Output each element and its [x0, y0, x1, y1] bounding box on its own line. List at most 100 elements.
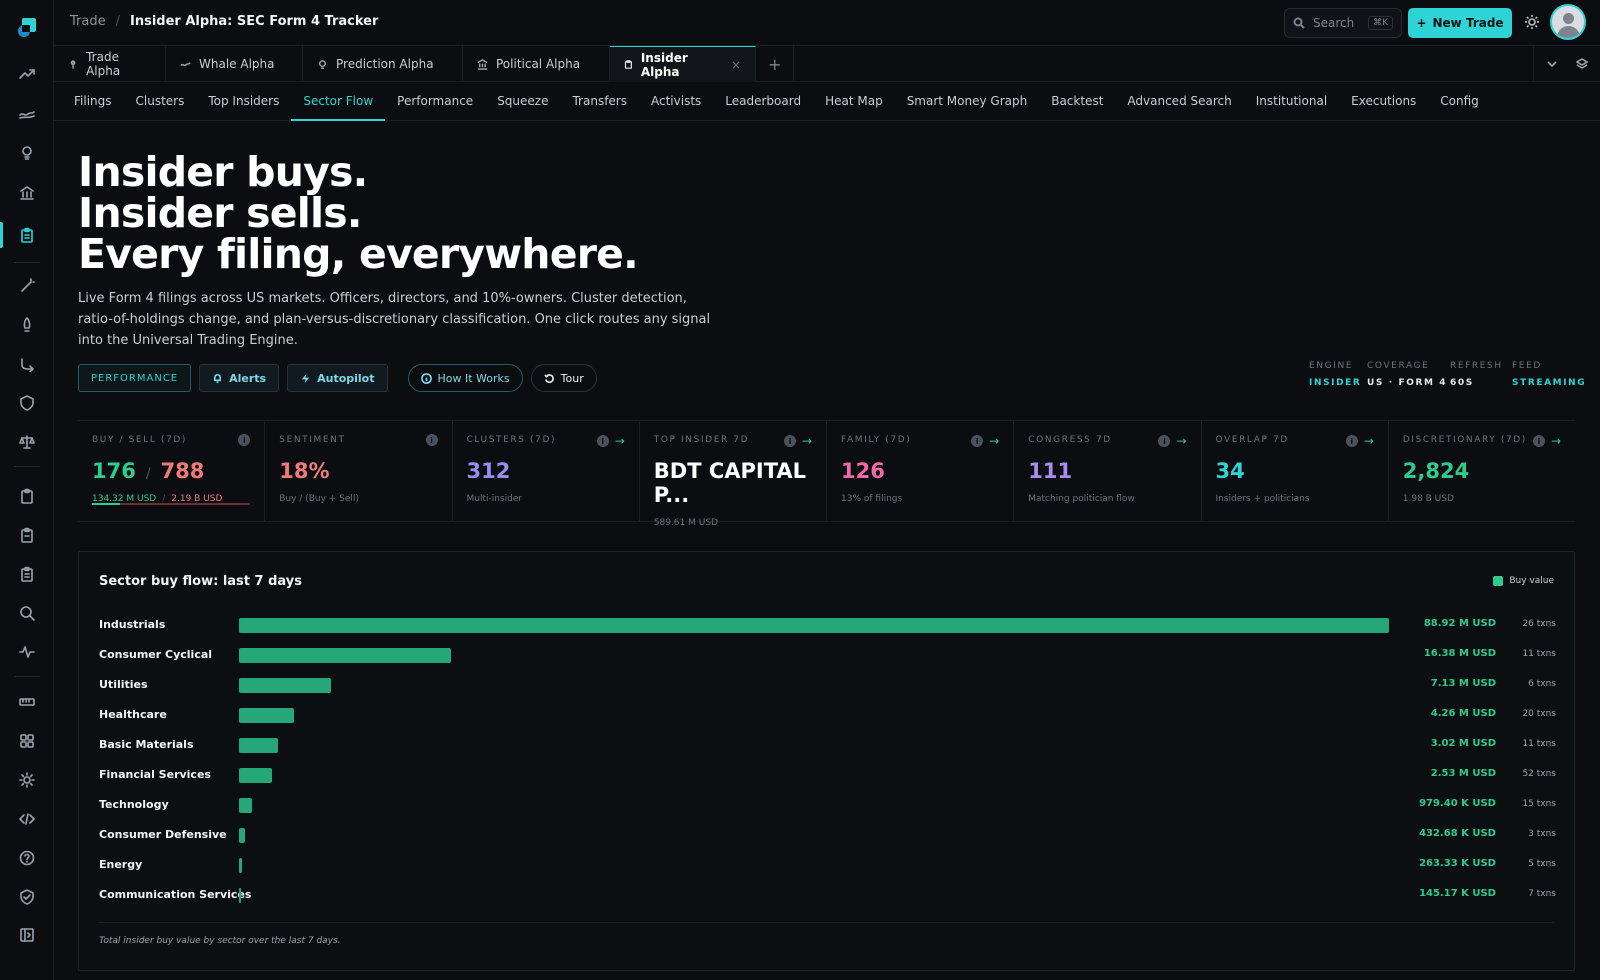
info-icon[interactable]: i: [1532, 435, 1545, 447]
stat-clusters[interactable]: CLUSTERS (7D) i → 312 Multi-insider: [453, 421, 640, 521]
info-icon[interactable]: i: [783, 435, 796, 447]
arrow-right-icon[interactable]: →: [615, 434, 625, 448]
subnav-item-squeeze[interactable]: Squeeze: [485, 82, 560, 121]
tour-button[interactable]: Tour: [530, 364, 597, 392]
whale-icon[interactable]: [17, 104, 37, 124]
collapse-sidebar-icon[interactable]: [17, 925, 37, 945]
sector-row[interactable]: Basic Materials 3.02 M USD 11 txns: [99, 730, 1556, 760]
sector-row[interactable]: Industrials 88.92 M USD 26 txns: [99, 610, 1556, 640]
sector-row[interactable]: Consumer Cyclical 16.38 M USD 11 txns: [99, 640, 1556, 670]
separator: /: [145, 466, 151, 482]
report-icon[interactable]: [17, 525, 37, 545]
subnav-item-executions[interactable]: Executions: [1339, 82, 1428, 121]
stat-buy-sell[interactable]: BUY / SELL (7D) i 176 / 788 134.32 M USD…: [78, 421, 266, 521]
pulse-icon[interactable]: [17, 642, 37, 662]
sector-name: Healthcare: [99, 708, 167, 721]
stat-congress[interactable]: CONGRESS 7D i → 111 Matching politician f…: [1014, 421, 1202, 521]
sector-name: Technology: [99, 798, 169, 811]
subnav-item-smart-money-graph[interactable]: Smart Money Graph: [895, 82, 1040, 121]
stat-top-insider[interactable]: TOP INSIDER 7D i → BDT CAPITAL P... 589.6…: [640, 421, 827, 528]
info-icon[interactable]: i: [425, 434, 438, 446]
subnav-item-filings[interactable]: Filings: [62, 82, 124, 121]
arrow-right-icon[interactable]: →: [802, 434, 812, 448]
search-shortcut: ⌘K: [1368, 16, 1393, 30]
search-zoom-icon[interactable]: [17, 603, 37, 623]
shield-check-icon[interactable]: [17, 887, 37, 907]
tab-political-alpha[interactable]: Political Alpha: [463, 46, 610, 82]
sector-bar: [239, 828, 245, 843]
chevron-down-icon[interactable]: [1546, 58, 1558, 70]
stat-overlap[interactable]: OVERLAP 7D i → 34 Insiders + politicians: [1202, 421, 1389, 521]
settings-icon[interactable]: [17, 770, 37, 790]
subnav-item-config[interactable]: Config: [1428, 82, 1491, 121]
stat-discretionary[interactable]: DISCRETIONARY (7D) i → 2,824 1.98 B USD: [1389, 421, 1575, 521]
sector-row[interactable]: Technology 979.40 K USD 15 txns: [99, 790, 1556, 820]
clipboard-icon[interactable]: [17, 225, 37, 245]
info-icon[interactable]: i: [1345, 435, 1358, 447]
subnav-item-performance[interactable]: Performance: [385, 82, 485, 121]
subnav-item-clusters[interactable]: Clusters: [124, 82, 197, 121]
arrow-right-icon[interactable]: →: [989, 434, 999, 448]
help-icon[interactable]: [17, 848, 37, 868]
alerts-button[interactable]: Alerts: [199, 364, 280, 392]
grid-icon[interactable]: [17, 731, 37, 751]
autopilot-button[interactable]: Autopilot: [287, 364, 388, 392]
wand-icon[interactable]: [17, 276, 37, 296]
subnav-item-activists[interactable]: Activists: [639, 82, 713, 121]
sector-row[interactable]: Energy 263.33 K USD 5 txns: [99, 850, 1556, 880]
stat-family[interactable]: FAMILY (7D) i → 126 13% of filings: [827, 421, 1015, 521]
subnav-item-transfers[interactable]: Transfers: [560, 82, 639, 121]
subnav-item-heat-map[interactable]: Heat Map: [813, 82, 895, 121]
tab-whale-alpha[interactable]: Whale Alpha: [166, 46, 303, 82]
stat-sentiment[interactable]: SENTIMENT i 18% Buy / (Buy + Sell): [265, 421, 453, 521]
close-tab-icon[interactable]: ×: [731, 58, 741, 72]
sector-row[interactable]: Healthcare 4.26 M USD 20 txns: [99, 700, 1556, 730]
info-icon[interactable]: i: [1158, 435, 1171, 447]
ruler-icon[interactable]: [17, 692, 37, 712]
sector-row[interactable]: Utilities 7.13 M USD 6 txns: [99, 670, 1556, 700]
tab-trade-alpha[interactable]: Trade Alpha: [54, 46, 166, 82]
add-tab-button[interactable]: +: [756, 46, 795, 82]
subnav-item-top-insiders[interactable]: Top Insiders: [196, 82, 291, 121]
route-icon[interactable]: [17, 354, 37, 374]
subnav-item-backtest[interactable]: Backtest: [1039, 82, 1115, 121]
stat-value: 176 / 788: [92, 459, 250, 483]
bank-icon[interactable]: [17, 183, 37, 203]
stat-icons: i →: [596, 434, 625, 448]
report-icon[interactable]: [17, 486, 37, 506]
sector-row[interactable]: Financial Services 2.53 M USD 52 txns: [99, 760, 1556, 790]
sector-row[interactable]: Communication Services 145.17 K USD 7 txns: [99, 880, 1556, 910]
code-icon[interactable]: [17, 809, 37, 829]
subnav-item-sector-flow[interactable]: Sector Flow: [291, 82, 386, 121]
arrow-right-icon[interactable]: →: [1551, 434, 1561, 448]
info-icon[interactable]: i: [238, 434, 251, 446]
subnav-item-advanced-search[interactable]: Advanced Search: [1115, 82, 1243, 121]
theme-toggle-icon[interactable]: [1524, 14, 1540, 30]
rocket-icon[interactable]: [17, 315, 37, 335]
new-trade-button[interactable]: + New Trade: [1408, 8, 1512, 38]
scale-icon[interactable]: [17, 432, 37, 452]
tab-insider-alpha[interactable]: Insider Alpha ×: [610, 46, 756, 82]
tab-prediction-alpha[interactable]: Prediction Alpha: [303, 46, 463, 82]
performance-button[interactable]: PERFORMANCE: [78, 364, 192, 392]
app-logo-icon[interactable]: [16, 16, 38, 38]
subnav-item-leaderboard[interactable]: Leaderboard: [713, 82, 813, 121]
breadcrumb-parent[interactable]: Trade: [70, 14, 106, 29]
how-it-works-button[interactable]: How It Works: [407, 364, 523, 392]
subnav-item-institutional[interactable]: Institutional: [1244, 82, 1339, 121]
report-icon[interactable]: [17, 564, 37, 584]
sector-row[interactable]: Consumer Defensive 432.68 K USD 3 txns: [99, 820, 1556, 850]
stat-label: SENTIMENT: [279, 435, 346, 445]
layers-icon[interactable]: [1576, 58, 1588, 70]
arrow-right-icon[interactable]: →: [1176, 434, 1186, 448]
search-input[interactable]: Search ⌘K: [1284, 8, 1402, 38]
shield-dollar-icon[interactable]: [17, 393, 37, 413]
info-icon[interactable]: i: [596, 435, 609, 447]
trend-icon[interactable]: [17, 64, 37, 84]
bulb-icon[interactable]: [17, 143, 37, 163]
arrow-right-icon[interactable]: →: [1364, 434, 1374, 448]
info-icon[interactable]: i: [971, 435, 984, 447]
sector-txn-count: 20 txns: [1522, 709, 1556, 719]
avatar[interactable]: [1550, 4, 1586, 40]
replay-icon: [543, 373, 554, 383]
